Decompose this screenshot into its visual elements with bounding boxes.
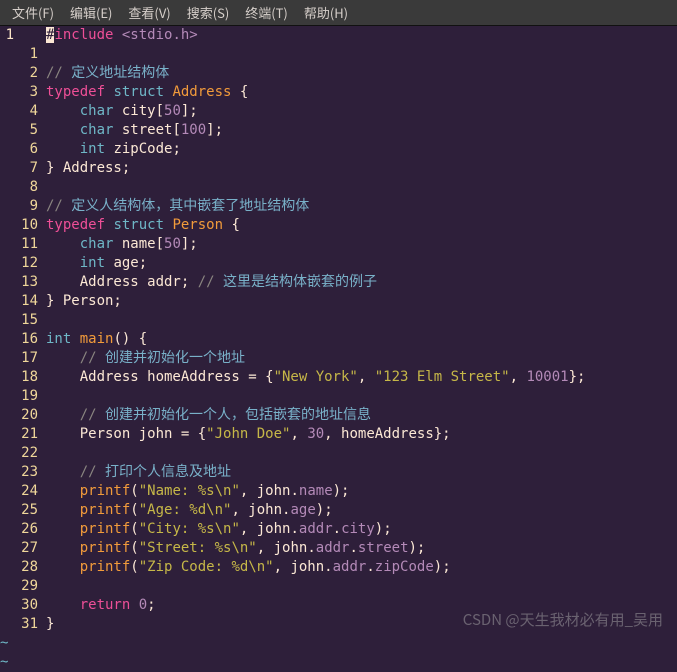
code-line[interactable]: int age; xyxy=(46,254,677,273)
code-line[interactable]: Person john = {"John Doe", 30, homeAddre… xyxy=(46,425,677,444)
line-number: 24 xyxy=(14,482,38,501)
code-line[interactable]: char name[50]; xyxy=(46,235,677,254)
code-line[interactable] xyxy=(46,311,677,330)
line-number: 8 xyxy=(14,178,38,197)
line-number: 3 xyxy=(14,83,38,102)
line-number: 7 xyxy=(14,159,38,178)
code-line[interactable]: char street[100]; xyxy=(46,121,677,140)
code-line[interactable]: } xyxy=(46,615,677,634)
empty-line-tilde: ~ xyxy=(0,653,677,672)
line-number: 12 xyxy=(14,254,38,273)
editor-area[interactable]: 1 12345678910111213141516171819202122232… xyxy=(0,26,677,640)
code-line[interactable]: printf("Zip Code: %d\n", john.addr.zipCo… xyxy=(46,558,677,577)
line-number: 13 xyxy=(14,273,38,292)
code-line[interactable]: // 定义人结构体，其中嵌套了地址结构体 xyxy=(46,197,677,216)
line-number: 5 xyxy=(14,121,38,140)
code-line[interactable]: Address addr; // 这里是结构体嵌套的例子 xyxy=(46,273,677,292)
code-line[interactable]: printf("City: %s\n", john.addr.city); xyxy=(46,520,677,539)
line-number: 16 xyxy=(14,330,38,349)
line-number: 27 xyxy=(14,539,38,558)
line-number: 18 xyxy=(14,368,38,387)
line-number: 17 xyxy=(14,349,38,368)
code-line[interactable]: typedef struct Person { xyxy=(46,216,677,235)
code-line[interactable] xyxy=(46,45,677,64)
menu-help[interactable]: 帮助(H) xyxy=(296,1,356,24)
line-number: 23 xyxy=(14,463,38,482)
line-number: 29 xyxy=(14,577,38,596)
code-line[interactable] xyxy=(46,444,677,463)
line-number: 6 xyxy=(14,140,38,159)
code-line[interactable]: // 打印个人信息及地址 xyxy=(46,463,677,482)
code-line[interactable] xyxy=(46,387,677,406)
line-number-gutter: 1234567891011121314151617181920212223242… xyxy=(14,26,44,640)
code-line[interactable] xyxy=(46,577,677,596)
code-line[interactable]: printf("Name: %s\n", john.name); xyxy=(46,482,677,501)
code-line[interactable]: // 创建并初始化一个地址 xyxy=(46,349,677,368)
code-line[interactable]: #include <stdio.h> xyxy=(46,26,677,45)
line-number: 21 xyxy=(14,425,38,444)
fold-column: 1 xyxy=(0,26,14,640)
code-line[interactable]: int main() { xyxy=(46,330,677,349)
code-line[interactable]: } Person; xyxy=(46,292,677,311)
code-line[interactable]: char city[50]; xyxy=(46,102,677,121)
line-number xyxy=(14,26,38,45)
line-number: 28 xyxy=(14,558,38,577)
menu-view[interactable]: 查看(V) xyxy=(120,1,178,24)
line-number: 19 xyxy=(14,387,38,406)
code-line[interactable]: typedef struct Address { xyxy=(46,83,677,102)
code-content[interactable]: #include <stdio.h>// 定义地址结构体typedef stru… xyxy=(44,26,677,640)
line-number: 14 xyxy=(14,292,38,311)
line-number: 2 xyxy=(14,64,38,83)
menu-file[interactable]: 文件(F) xyxy=(4,1,62,24)
code-line[interactable]: printf("Street: %s\n", john.addr.street)… xyxy=(46,539,677,558)
menu-edit[interactable]: 编辑(E) xyxy=(62,1,120,24)
code-line[interactable]: Address homeAddress = {"New York", "123 … xyxy=(46,368,677,387)
code-line[interactable]: printf("Age: %d\n", john.age); xyxy=(46,501,677,520)
line-number: 15 xyxy=(14,311,38,330)
current-line-marker: 1 xyxy=(0,26,14,45)
menubar: 文件(F) 编辑(E) 查看(V) 搜索(S) 终端(T) 帮助(H) xyxy=(0,0,677,26)
line-number: 31 xyxy=(14,615,38,634)
code-line[interactable]: int zipCode; xyxy=(46,140,677,159)
empty-line-tilde: ~ xyxy=(0,634,677,653)
menu-terminal[interactable]: 终端(T) xyxy=(237,1,296,24)
line-number: 22 xyxy=(14,444,38,463)
line-number: 20 xyxy=(14,406,38,425)
code-line[interactable]: // 创建并初始化一个人，包括嵌套的地址信息 xyxy=(46,406,677,425)
code-line[interactable]: return 0; xyxy=(46,596,677,615)
code-line[interactable] xyxy=(46,178,677,197)
line-number: 30 xyxy=(14,596,38,615)
code-line[interactable]: } Address; xyxy=(46,159,677,178)
line-number: 9 xyxy=(14,197,38,216)
menu-search[interactable]: 搜索(S) xyxy=(179,1,238,24)
code-line[interactable]: // 定义地址结构体 xyxy=(46,64,677,83)
line-number: 11 xyxy=(14,235,38,254)
line-number: 25 xyxy=(14,501,38,520)
line-number: 4 xyxy=(14,102,38,121)
line-number: 10 xyxy=(14,216,38,235)
line-number: 1 xyxy=(14,45,38,64)
line-number: 26 xyxy=(14,520,38,539)
